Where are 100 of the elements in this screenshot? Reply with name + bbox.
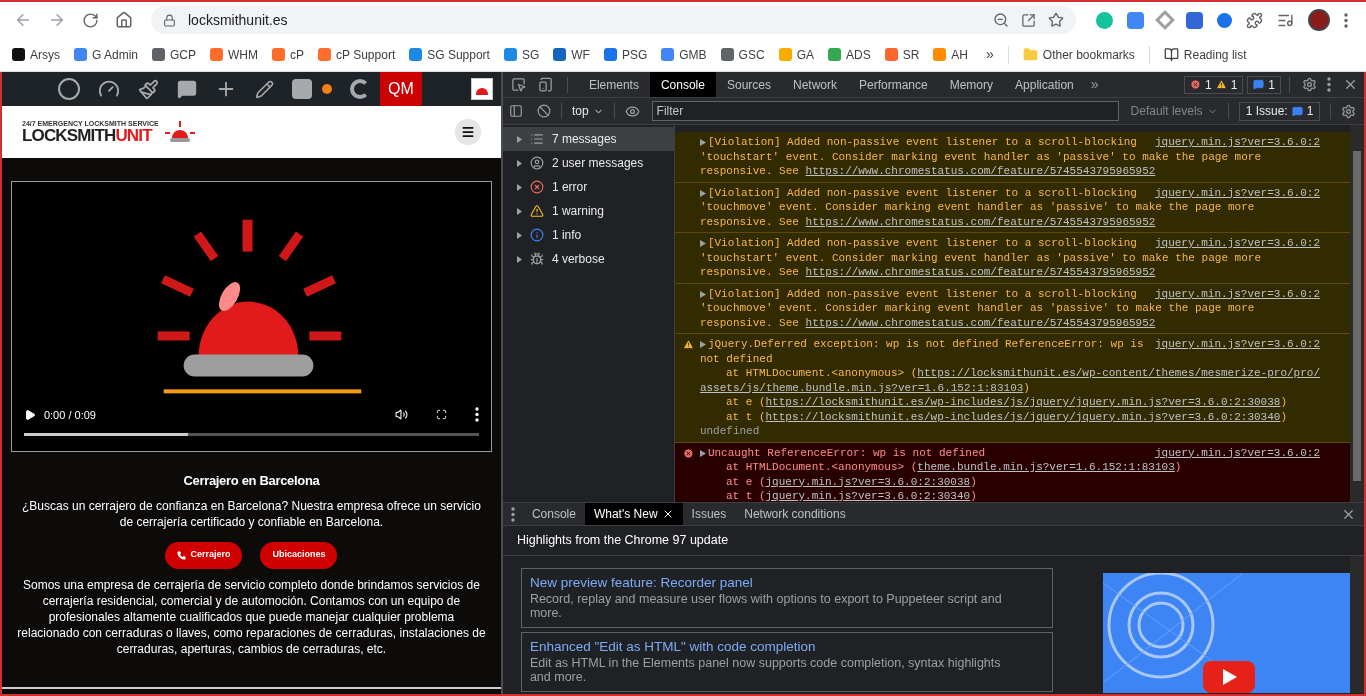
feature-card[interactable]: New preview feature: Recorder panel Record, replay and measure user flows with options to export to Puppeteer script and more.	[520, 568, 1053, 628]
message-link[interactable]: https://locksmithunit.es/wp-content/themes/mesmerize-pro/pro/	[917, 367, 1320, 379]
menu-icon	[1344, 12, 1348, 28]
panel-tab[interactable]: Console	[649, 72, 716, 97]
bookmark-link[interactable]: SG Support	[409, 45, 490, 64]
site-thumbnail-icon[interactable]	[470, 78, 493, 100]
source-link[interactable]: jquery.min.js?ver=3.6.0:2	[1146, 337, 1320, 352]
message-counts-button[interactable]: 1 1	[1183, 75, 1244, 94]
description-paragraph: Somos una empresa de cerrajería de servicio completo donde brindamos servicios de cerrajería residencial, comercial y de automoción. Contamos con un equipo de profesionales altamente cualificados que puede manejar cualquier problema relacionado con cerraduras o llaves, como reparaciones de cerraduras, instalaciones de cerraduras, aperturas, cambios de cerraduras, etc.	[16, 576, 487, 657]
drawer-tab[interactable]: Console	[522, 503, 585, 525]
bookmark-link[interactable]: cP	[272, 45, 305, 64]
bookmark-link[interactable]: AH	[933, 45, 968, 64]
menu-button[interactable]	[1344, 12, 1348, 28]
message-link[interactable]: jquery.min.js?ver=3.6.0:2:30340	[765, 490, 971, 502]
source-link[interactable]: jquery.min.js?ver=3.6.0:2	[1146, 286, 1320, 301]
brush-icon	[138, 78, 159, 100]
live-expression-button[interactable]	[624, 103, 640, 119]
video-player[interactable]: 0:00 / 0:09	[10, 181, 492, 452]
profile-avatar[interactable]	[1308, 9, 1330, 31]
video-progress-track[interactable]	[23, 433, 479, 436]
bookmark-link[interactable]: GSC	[720, 45, 765, 64]
bookmark-link[interactable]: cP Support	[318, 45, 396, 64]
reading-list-link[interactable]: Reading list	[1163, 45, 1247, 64]
fullscreen-button[interactable]	[435, 409, 447, 421]
source-link[interactable]: jquery.min.js?ver=3.6.0:2	[1146, 236, 1320, 251]
extension-icon[interactable]	[1127, 11, 1144, 29]
call-to-action-button[interactable]: Cerrajero	[165, 541, 243, 569]
message-line: not defined	[699, 351, 773, 366]
context-dropdown[interactable]: top	[571, 102, 604, 120]
source-link[interactable]: jquery.min.js?ver=3.6.0:2	[1146, 135, 1320, 150]
extension-icon[interactable]	[1217, 12, 1232, 28]
message-link[interactable]: https://www.chromestatus.com/feature/5745543795965952	[805, 165, 1156, 177]
issues-button[interactable]: 1 Issue: 1	[1238, 101, 1321, 121]
expand-triangle-icon[interactable]	[699, 290, 706, 298]
panel-tab[interactable]: Elements	[577, 72, 650, 97]
message-filter-item[interactable]: 1 warning	[502, 199, 674, 223]
message-filter-item[interactable]: 1 info	[502, 223, 674, 247]
message-link[interactable]: https://locksmithunit.es/wp-includes/js/jquery/jquery.min.js?ver=3.6.0:2:30340	[765, 410, 1281, 423]
scrollbar[interactable]	[1350, 125, 1364, 502]
address-bar[interactable]: locksmithunit.es	[151, 6, 1076, 34]
console-settings-button[interactable]	[1341, 103, 1357, 119]
expand-triangle-icon[interactable]	[699, 449, 706, 457]
block-icon	[536, 104, 551, 118]
message-filter-item[interactable]: 7 messages	[502, 127, 674, 151]
bookmark-link[interactable]: ADS	[827, 45, 871, 64]
message-filter-item[interactable]: 2 user messages	[502, 151, 674, 175]
expand-triangle-icon[interactable]	[699, 341, 706, 348]
other-bookmarks-link[interactable]: Other bookmarks	[1022, 45, 1135, 64]
panel-tab[interactable]: Network	[782, 72, 848, 97]
bookmark-link[interactable]: SR	[884, 45, 920, 64]
drawer-tab[interactable]: What's New	[584, 503, 683, 525]
more-bookmarks-button[interactable]: »	[986, 44, 994, 65]
sidebar-toggle-button[interactable]	[508, 104, 523, 118]
volume-button[interactable]	[394, 408, 408, 422]
drawer-tab[interactable]: Issues	[682, 503, 736, 525]
message-link[interactable]: https://www.chromestatus.com/feature/5745543795965952	[805, 266, 1156, 278]
bookmark-link[interactable]: WF	[553, 45, 590, 64]
panel-tab[interactable]: Application	[1004, 72, 1085, 97]
panel-tab[interactable]: Memory	[938, 72, 1005, 97]
expand-triangle-icon[interactable]	[699, 240, 706, 247]
issues-count-button[interactable]: 1	[1247, 75, 1281, 94]
message-link[interactable]: https://www.chromestatus.com/feature/5745543795965952	[805, 215, 1156, 228]
expand-triangle-icon[interactable]	[699, 139, 706, 146]
message-link[interactable]: jquery.min.js?ver=3.6.0:2:30038	[765, 475, 971, 488]
drawer-tab[interactable]: Network conditions	[735, 503, 855, 525]
message-filter-item[interactable]: 4 verbose	[502, 247, 674, 271]
more-tabs-button[interactable]: »	[1084, 74, 1105, 95]
bookmark-link[interactable]: SG	[503, 45, 540, 64]
bookmark-link[interactable]: WHM	[210, 45, 259, 64]
feature-card[interactable]: Enhanced "Edit as HTML" with code completion Edit as HTML in the Elements panel now supports code completion, syntax highlights and more.	[520, 632, 1053, 692]
panel-tab[interactable]: Sources	[715, 72, 782, 97]
message-link[interactable]: https://www.chromestatus.com/feature/5745543795965952	[805, 316, 1156, 329]
message-link[interactable]: theme.bundle.min.js?ver=1.6.152:1:83103	[917, 461, 1175, 473]
extension-icon[interactable]	[1186, 11, 1203, 29]
bookmark-link[interactable]: GMB	[661, 45, 707, 64]
source-link[interactable]: jquery.min.js?ver=3.6.0:2	[1146, 445, 1320, 460]
extension-icon[interactable]	[1155, 10, 1175, 30]
message-link[interactable]: assets/js/theme.bundle.min.js?ver=1.6.152:1:83103	[699, 381, 1024, 394]
message-filter-item[interactable]: 1 error	[502, 175, 674, 199]
bookmark-link[interactable]: GA	[778, 45, 814, 64]
bookmark-link[interactable]: PSG	[603, 45, 648, 64]
more-options-button[interactable]	[474, 407, 479, 423]
clear-console-button[interactable]	[536, 104, 551, 118]
call-to-action-button[interactable]: Ubicaciones	[260, 541, 338, 569]
menu-button[interactable]	[454, 119, 481, 145]
play-button[interactable]	[23, 408, 36, 421]
extensions-button[interactable]	[1246, 11, 1263, 29]
scrollbar[interactable]	[1350, 556, 1364, 693]
message-link[interactable]: https://locksmithunit.es/wp-includes/js/jquery/jquery.min.js?ver=3.6.0:2:30038	[765, 396, 1281, 408]
log-levels-dropdown[interactable]: Default levels	[1130, 102, 1218, 120]
bookmark-link[interactable]: G Admin	[74, 45, 139, 64]
bookmark-link[interactable]: GCP	[152, 45, 197, 64]
source-link[interactable]: jquery.min.js?ver=3.6.0:2	[1146, 185, 1320, 200]
expand-triangle-icon[interactable]	[699, 189, 706, 197]
filter-field[interactable]: Filter	[651, 101, 1119, 121]
query-monitor-button[interactable]: QM	[380, 72, 422, 106]
yoast-icon[interactable]	[292, 79, 312, 99]
bookmark-link[interactable]: Arsys	[12, 45, 60, 64]
wordpress-logo-icon[interactable]	[58, 78, 80, 100]
panel-tab[interactable]: Performance	[848, 72, 939, 97]
